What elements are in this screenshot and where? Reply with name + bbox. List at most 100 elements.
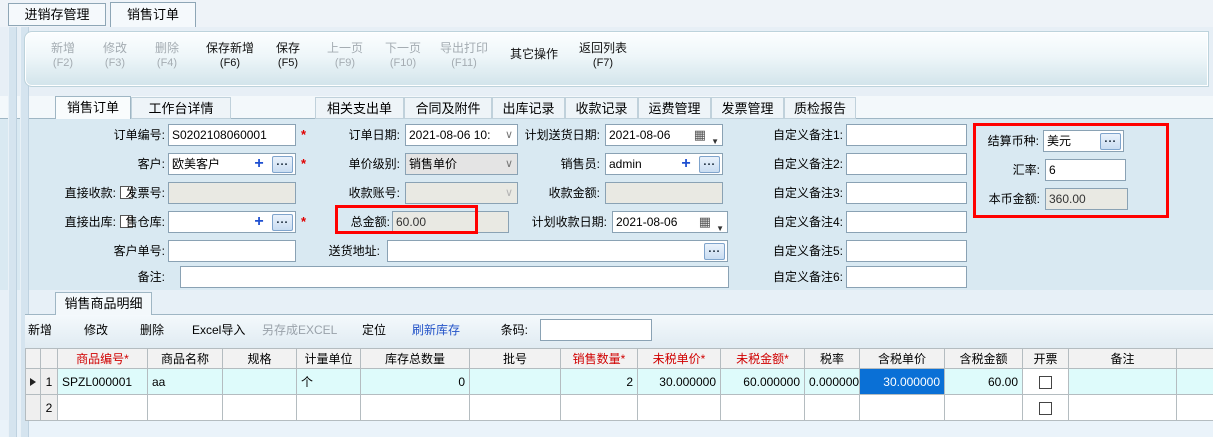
detail-tab-product-list[interactable]: 销售商品明细 xyxy=(55,292,152,315)
ellipsis-button[interactable]: ... xyxy=(272,156,293,173)
cell-batch-no[interactable] xyxy=(470,395,561,421)
custom-note5-input[interactable] xyxy=(846,240,967,262)
col-product-name[interactable]: 商品名称 xyxy=(148,349,223,369)
row-selector-cell[interactable] xyxy=(26,395,41,421)
plus-icon[interactable]: + xyxy=(676,155,696,173)
plus-icon[interactable]: + xyxy=(249,155,269,173)
cell-product-code[interactable]: SPZL000001 xyxy=(58,369,148,395)
col-batch-no[interactable]: 批号 xyxy=(470,349,561,369)
col-sales-qty[interactable]: 销售数量* xyxy=(561,349,638,369)
subtab-freight-management[interactable]: 运费管理 xyxy=(638,97,711,119)
cell-tax-rate[interactable] xyxy=(805,395,860,421)
plus-icon[interactable]: + xyxy=(249,213,269,231)
cell-spec[interactable] xyxy=(223,395,297,421)
barcode-input[interactable] xyxy=(540,319,652,341)
export-print-button[interactable]: 导出打印(F11) xyxy=(431,41,497,71)
col-invoiced[interactable]: 开票 xyxy=(1023,349,1069,369)
custom-note6-input[interactable] xyxy=(846,266,967,288)
cell-batch-no[interactable] xyxy=(470,369,561,395)
salesman-input[interactable]: admin+... xyxy=(605,153,723,175)
col-tax-rate[interactable]: 税率 xyxy=(805,349,860,369)
col-unit[interactable]: 计量单位 xyxy=(297,349,361,369)
cell-amount-incl-tax[interactable]: 60.00 xyxy=(945,369,1023,395)
cell-stock-qty[interactable]: 0 xyxy=(361,369,470,395)
cell-amount-excl-tax[interactable]: 60.000000 xyxy=(721,369,805,395)
delivery-address-input[interactable]: ... xyxy=(387,240,728,262)
plan-delivery-date-input[interactable]: 2021-08-06▦▼ xyxy=(605,124,723,146)
cell-tax-rate[interactable]: 0.000000 xyxy=(805,369,860,395)
customer-order-no-input[interactable] xyxy=(168,240,296,262)
col-product-code[interactable]: 商品编号* xyxy=(58,349,148,369)
chevron-down-icon[interactable]: ∨ xyxy=(505,154,513,174)
cell-remark[interactable] xyxy=(1069,369,1177,395)
detail-delete-button[interactable]: 删除 xyxy=(140,322,164,338)
dropdown-arrow-icon[interactable]: ▼ xyxy=(711,132,719,146)
cell-unit[interactable] xyxy=(297,395,361,421)
subtab-related-expense[interactable]: 相关支出单 xyxy=(315,97,404,119)
new-button[interactable]: 新增(F2) xyxy=(41,41,85,71)
detail-new-button[interactable]: 新增 xyxy=(28,322,52,338)
remark-input[interactable] xyxy=(180,266,729,288)
save-and-new-button[interactable]: 保存新增(F6) xyxy=(197,41,263,71)
col-remark[interactable]: 备注 xyxy=(1069,349,1177,369)
calendar-icon[interactable]: ▦ xyxy=(694,128,706,142)
currency-input[interactable]: 美元... xyxy=(1043,130,1124,152)
refresh-stock-button[interactable]: 刷新库存 xyxy=(412,322,460,338)
delete-button[interactable]: 删除(F4) xyxy=(145,41,189,71)
sales-warehouse-input[interactable]: +... xyxy=(168,211,296,233)
save-as-excel-button[interactable]: 另存成EXCEL xyxy=(262,322,337,338)
exchange-rate-input[interactable]: 6 xyxy=(1045,159,1126,181)
save-button[interactable]: 保存(F5) xyxy=(266,41,310,71)
cell-product-name[interactable]: aa xyxy=(148,369,223,395)
custom-note2-input[interactable] xyxy=(846,153,967,175)
dropdown-arrow-icon[interactable]: ▼ xyxy=(716,219,724,233)
invoiced-checkbox[interactable] xyxy=(1039,376,1052,389)
col-price-excl-tax[interactable]: 未税单价* xyxy=(638,349,721,369)
col-price-incl-tax[interactable]: 含税单价 xyxy=(860,349,945,369)
cell-unit[interactable]: 个 xyxy=(297,369,361,395)
subtab-sales-order[interactable]: 销售订单 xyxy=(55,96,131,119)
prev-page-button[interactable]: 上一页(F9) xyxy=(319,41,371,71)
subtab-receipt-record[interactable]: 收款记录 xyxy=(565,97,638,119)
row-selector-cell[interactable] xyxy=(26,369,41,395)
cell-product-code[interactable] xyxy=(58,395,148,421)
custom-note4-input[interactable] xyxy=(846,211,967,233)
cell-invoiced[interactable] xyxy=(1023,369,1069,395)
ellipsis-button[interactable]: ... xyxy=(699,156,720,173)
table-row[interactable]: 2 xyxy=(26,395,1213,421)
cell-invoiced[interactable] xyxy=(1023,395,1069,421)
back-to-list-button[interactable]: 返回列表(F7) xyxy=(572,41,634,71)
subtab-quality-report[interactable]: 质检报告 xyxy=(784,97,856,119)
ellipsis-button[interactable]: ... xyxy=(1100,133,1121,150)
col-spec[interactable]: 规格 xyxy=(223,349,297,369)
calendar-icon[interactable]: ▦ xyxy=(699,215,711,229)
invoiced-checkbox[interactable] xyxy=(1039,402,1052,415)
ellipsis-button[interactable]: ... xyxy=(272,214,293,231)
cell-price-incl-tax[interactable] xyxy=(860,395,945,421)
cell-product-name[interactable] xyxy=(148,395,223,421)
cell-amount-incl-tax[interactable] xyxy=(945,395,1023,421)
col-stock-qty[interactable]: 库存总数量 xyxy=(361,349,470,369)
subtab-workbench-detail[interactable]: 工作台详情 xyxy=(131,97,231,119)
custom-note1-input[interactable] xyxy=(846,124,967,146)
cell-stock-qty[interactable] xyxy=(361,395,470,421)
price-level-select[interactable]: 销售单价∨ xyxy=(405,153,518,175)
cell-sales-qty[interactable] xyxy=(561,395,638,421)
next-page-button[interactable]: 下一页(F10) xyxy=(377,41,429,71)
cell-price-incl-tax-selected[interactable]: 30.000000 xyxy=(860,369,945,395)
detail-edit-button[interactable]: 修改 xyxy=(84,322,108,338)
col-amount-excl-tax[interactable]: 未税金额* xyxy=(721,349,805,369)
order-date-combo[interactable]: 2021-08-06 10:∨ xyxy=(405,124,518,146)
customer-input[interactable]: 欧美客户+... xyxy=(168,153,296,175)
ellipsis-button[interactable]: ... xyxy=(704,243,725,260)
tab-inventory-management[interactable]: 进销存管理 xyxy=(8,3,106,26)
subtab-invoice-management[interactable]: 发票管理 xyxy=(711,97,784,119)
tab-sales-order[interactable]: 销售订单 xyxy=(110,2,196,27)
subtab-outbound-record[interactable]: 出库记录 xyxy=(492,97,565,119)
locate-button[interactable]: 定位 xyxy=(362,322,386,338)
cell-spec[interactable] xyxy=(223,369,297,395)
plan-receipt-date-input[interactable]: 2021-08-06▦▼ xyxy=(612,211,728,233)
cell-sales-qty[interactable]: 2 xyxy=(561,369,638,395)
custom-note3-input[interactable] xyxy=(846,182,967,204)
edit-button[interactable]: 修改(F3) xyxy=(93,41,137,71)
